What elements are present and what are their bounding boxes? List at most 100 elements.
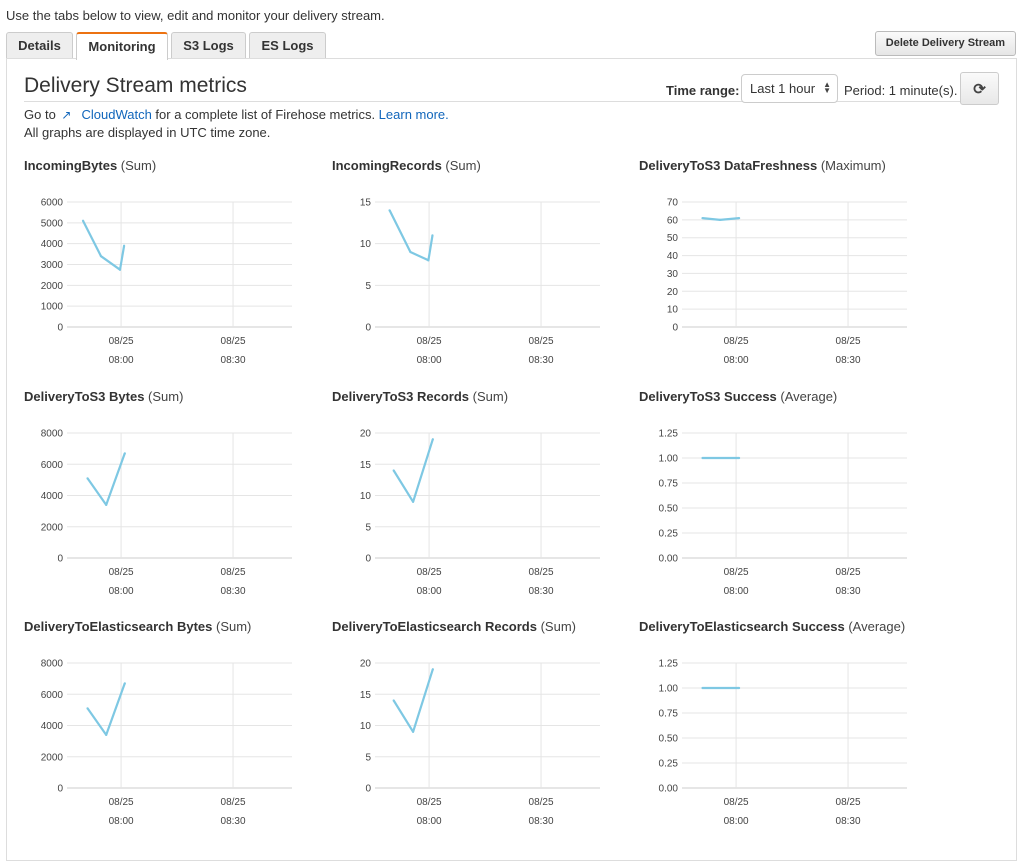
x-tick-date: 08/25 — [836, 336, 861, 347]
select-arrows-icon: ▲ ▼ — [823, 80, 831, 95]
y-tick-label: 20 — [360, 429, 372, 440]
external-link-icon: ↗ — [61, 108, 72, 122]
data-point[interactable] — [409, 250, 412, 254]
data-point[interactable] — [392, 699, 395, 702]
x-tick-date: 08/25 — [529, 336, 554, 347]
data-point[interactable] — [411, 730, 415, 733]
y-tick-label: 8000 — [41, 429, 64, 440]
y-tick-label: 0 — [365, 784, 371, 795]
learn-more-link[interactable]: Learn more. — [379, 107, 449, 122]
page-title: Delivery Stream metrics — [24, 74, 247, 97]
chart-svg: 20 15 10 5 0 08/25 08:00 08/25 08:30 — [360, 659, 600, 827]
metric-stat: (Average) — [776, 389, 838, 404]
utc-note: All graphs are displayed in UTC time zon… — [24, 125, 271, 140]
chart-title: IncomingRecords (Sum) — [332, 158, 481, 173]
x-tick-date: 08/25 — [724, 567, 749, 578]
y-tick-label: 15 — [360, 198, 372, 209]
x-tick-date: 08/25 — [417, 567, 442, 578]
y-tick-label: 20 — [360, 659, 372, 670]
metric-name: DeliveryToS3 Bytes — [24, 389, 145, 404]
x-tick-date: 08/25 — [109, 336, 134, 347]
data-point[interactable] — [411, 500, 415, 503]
data-point[interactable] — [392, 469, 395, 472]
chart-title: DeliveryToS3 Bytes (Sum) — [24, 389, 183, 404]
data-point[interactable] — [81, 219, 85, 222]
tab-monitoring[interactable]: Monitoring — [76, 32, 168, 60]
y-tick-label: 70 — [667, 198, 679, 209]
chart-title: DeliveryToElasticsearch Success (Average… — [639, 619, 905, 634]
x-tick-time: 08:30 — [529, 355, 554, 366]
y-tick-label: 50 — [667, 233, 679, 244]
data-point[interactable] — [701, 216, 704, 220]
x-tick-time: 08:30 — [836, 586, 861, 597]
goto-suffix: for a complete list of Firehose metrics. — [151, 107, 379, 122]
data-point[interactable] — [99, 255, 103, 258]
data-point[interactable] — [122, 244, 126, 247]
refresh-button[interactable]: ⟳ — [960, 72, 999, 105]
y-tick-label: 0.75 — [659, 479, 679, 490]
x-tick-time: 08:00 — [724, 816, 749, 827]
chart-svg: 8000 6000 4000 2000 0 08/25 08:00 08/25 08:30 — [41, 429, 292, 597]
data-point[interactable] — [701, 456, 704, 460]
y-tick-label: 0 — [57, 554, 63, 565]
y-tick-label: 4000 — [41, 721, 64, 732]
metric-chart: DeliveryToElasticsearch Records (Sum) 20 1… — [332, 619, 632, 839]
y-tick-label: 10 — [667, 305, 679, 316]
data-point[interactable] — [105, 733, 108, 736]
x-tick-time: 08:00 — [417, 586, 442, 597]
data-point[interactable] — [737, 216, 741, 220]
y-tick-label: 5 — [365, 752, 371, 763]
chart-svg: 70 60 50 40 30 20 10 0 08/25 08:00 08/25 08:30 — [667, 198, 907, 366]
tab-s3-logs[interactable]: S3 Logs — [171, 32, 246, 59]
x-tick-date: 08/25 — [836, 567, 861, 578]
y-tick-label: 1.00 — [659, 684, 679, 695]
y-tick-label: 4000 — [41, 239, 64, 250]
y-tick-label: 0.75 — [659, 709, 679, 720]
data-point[interactable] — [737, 456, 741, 460]
y-tick-label: 1.25 — [659, 429, 679, 440]
data-point[interactable] — [701, 686, 704, 690]
time-range-select[interactable]: Last 1 hour ▲ ▼ — [741, 74, 838, 103]
y-tick-label: 40 — [667, 251, 679, 262]
data-point[interactable] — [86, 707, 89, 710]
data-point[interactable] — [431, 234, 434, 237]
chart-title: DeliveryToS3 DataFreshness (Maximum) — [639, 158, 886, 173]
metric-stat: (Sum) — [117, 158, 157, 173]
tab-bar: Details Monitoring S3 Logs ES Logs — [6, 32, 329, 60]
data-point[interactable] — [123, 452, 126, 455]
y-tick-label: 0 — [57, 784, 63, 795]
data-point[interactable] — [86, 477, 89, 480]
data-point[interactable] — [427, 259, 430, 262]
data-point[interactable] — [431, 668, 434, 671]
tab-details[interactable]: Details — [6, 32, 73, 59]
y-tick-label: 2000 — [41, 752, 64, 763]
refresh-icon: ⟳ — [973, 80, 986, 98]
data-point[interactable] — [118, 268, 122, 271]
y-tick-label: 6000 — [41, 690, 64, 701]
x-tick-date: 08/25 — [109, 567, 134, 578]
data-point[interactable] — [388, 209, 391, 212]
goto-prefix: Go to — [24, 107, 56, 122]
cloudwatch-link[interactable]: CloudWatch — [81, 107, 151, 122]
y-tick-label: 15 — [360, 460, 372, 471]
data-point[interactable] — [431, 438, 434, 441]
metric-name: DeliveryToElasticsearch Bytes — [24, 619, 213, 634]
y-tick-label: 15 — [360, 690, 372, 701]
tab-es-logs[interactable]: ES Logs — [249, 32, 326, 59]
data-point[interactable] — [123, 682, 126, 685]
data-point[interactable] — [737, 686, 741, 690]
x-tick-time: 08:30 — [836, 355, 861, 366]
y-tick-label: 5000 — [41, 218, 64, 229]
x-tick-date: 08/25 — [221, 567, 246, 578]
metric-stat: (Average) — [844, 619, 906, 634]
y-tick-label: 0.50 — [659, 504, 679, 515]
metric-name: DeliveryToS3 DataFreshness — [639, 158, 818, 173]
y-tick-label: 10 — [360, 721, 372, 732]
x-tick-time: 08:30 — [221, 816, 246, 827]
y-tick-label: 0 — [365, 554, 371, 565]
series-line — [392, 668, 434, 733]
data-point[interactable] — [105, 503, 108, 506]
chart-title: DeliveryToS3 Records (Sum) — [332, 389, 508, 404]
delete-delivery-stream-button[interactable]: Delete Delivery Stream — [874, 31, 1016, 56]
data-point[interactable] — [718, 218, 722, 221]
